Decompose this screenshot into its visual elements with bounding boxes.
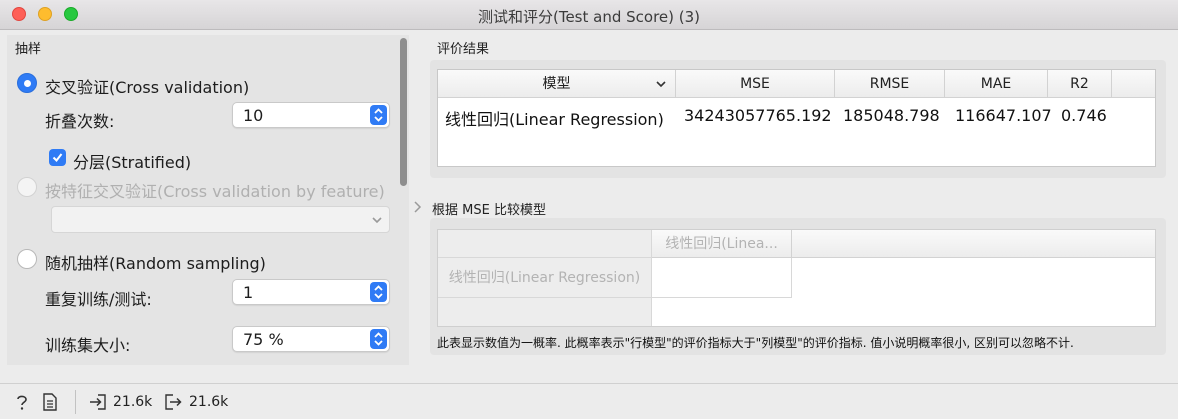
sampling-panel: 抽样 交叉验证(Cross validation) 折叠次数: 10 分层(St… [7,35,409,365]
output-data-icon [165,394,182,410]
column-header-model[interactable]: 模型 [438,70,676,98]
comparison-note: 此表显示数值为一概率. 此概率表示"行模型"的评价指标大于"列模型"的评价指标.… [437,336,1074,350]
checkmark-icon [52,153,63,163]
input-data-icon [90,394,106,410]
random-sampling-radio[interactable] [17,249,37,269]
comparison-row-header[interactable]: 线性回归(Linear Regression) [438,258,652,298]
train-size-select[interactable]: 75 % [232,326,390,352]
stratified-checkbox[interactable] [49,149,66,166]
comparison-cell [652,258,792,298]
status-bar: 21.6k 21.6k [0,383,1178,419]
comparison-table[interactable]: 线性回归(Linea... 线性回归(Linear Regression) [437,229,1156,327]
random-sampling-label[interactable]: 随机抽样(Random sampling) [45,250,266,274]
output-size: 21.6k [189,394,229,410]
cross-validation-radio[interactable] [17,73,37,93]
help-icon[interactable] [14,393,30,411]
train-size-value: 75 % [243,330,284,349]
column-header-mse[interactable]: MSE [676,70,835,98]
model-cell: 线性回归(Linear Regression) [445,110,664,129]
comparison-row-filler [438,298,652,326]
cross-validation-label[interactable]: 交叉验证(Cross validation) [45,74,249,98]
folds-label: 折叠次数: [45,112,115,131]
mse-cell: 34243057765.192 [684,106,832,125]
repeat-select[interactable]: 1 [232,279,390,305]
title-bar: 测试和评分(Test and Score) (3) [0,0,1178,30]
results-table[interactable]: 模型 MSE RMSE MAE R2 线性回归(Linear Regressio… [437,69,1156,167]
status-separator [75,390,76,414]
feature-select[interactable] [51,206,390,233]
folds-select[interactable]: 10 [232,102,390,128]
results-title: 评价结果 [437,42,490,57]
r2-cell: 0.746 [1061,106,1107,125]
sampling-scroll-thumb[interactable] [400,38,407,186]
chevron-down-icon [656,81,666,88]
comparison-column-header[interactable]: 线性回归(Linea... [652,230,792,258]
mae-cell: 116647.107 [955,106,1052,125]
updown-icon[interactable] [370,282,387,302]
comparison-header-filler [792,230,1155,258]
column-header-mae[interactable]: MAE [945,70,1048,98]
rmse-cell: 185048.798 [843,106,940,125]
cv-by-feature-label[interactable]: 按特征交叉验证(Cross validation by feature) [45,178,385,202]
input-size: 21.6k [113,394,153,410]
chevron-right-icon[interactable] [413,200,422,214]
folds-value: 10 [243,106,264,125]
window-title: 测试和评分(Test and Score) (3) [477,8,701,26]
train-size-label: 训练集大小: [45,336,131,355]
comparison-corner [438,230,652,258]
stratified-label[interactable]: 分层(Stratified) [73,149,191,173]
column-header-filler [1112,70,1155,98]
column-header-r2[interactable]: R2 [1048,70,1112,98]
sampling-title: 抽样 [15,42,42,57]
updown-icon[interactable] [370,329,387,349]
repeat-value: 1 [243,283,254,302]
updown-icon[interactable] [370,105,387,125]
comparison-title: 根据 MSE 比较模型 [432,203,546,218]
chevron-down-icon [372,217,382,224]
cv-by-feature-radio[interactable] [17,177,37,197]
column-header-rmse[interactable]: RMSE [835,70,945,98]
report-icon[interactable] [42,393,58,411]
repeat-label: 重复训练/测试: [45,290,152,309]
